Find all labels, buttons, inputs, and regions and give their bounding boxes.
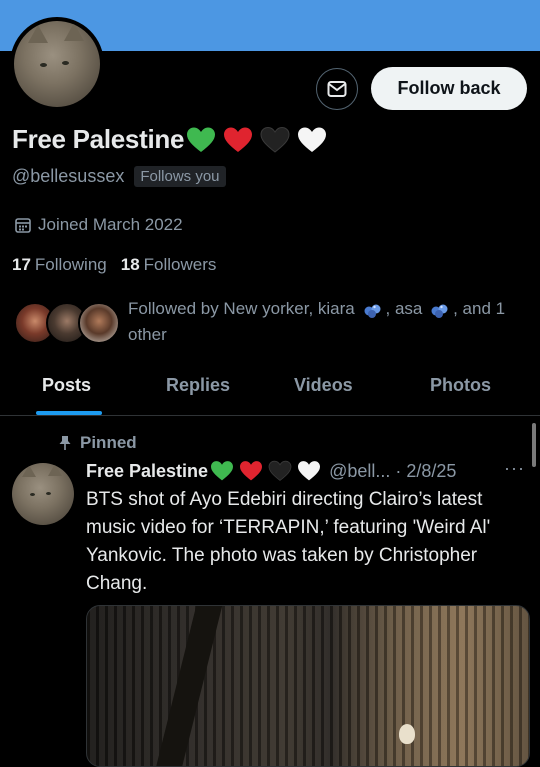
gem-icon bbox=[431, 304, 448, 318]
handle-row: @bellesussex Follows you bbox=[12, 166, 226, 187]
tab-photos[interactable]: Photos bbox=[430, 375, 491, 396]
followers-label: Followers bbox=[143, 255, 217, 274]
handle: @bellesussex bbox=[12, 166, 125, 186]
followed-by-prefix: Followed by New yorker, kiara bbox=[128, 299, 355, 318]
display-name-text: Free Palestine bbox=[12, 124, 185, 154]
follows-you-badge: Follows you bbox=[134, 166, 226, 187]
followed-by-avatars[interactable] bbox=[14, 302, 120, 346]
white-heart-icon bbox=[298, 461, 321, 481]
more-icon[interactable]: ··· bbox=[504, 458, 525, 479]
green-heart-icon bbox=[187, 127, 216, 152]
post-header: Free Palestine @bell... · 2/8/25 bbox=[86, 460, 532, 482]
profile-tabs: Posts Replies Videos Photos bbox=[0, 365, 540, 416]
pinned-text: Pinned bbox=[80, 433, 137, 452]
followed-by-text[interactable]: Followed by New yorker, kiara , asa , an… bbox=[128, 296, 528, 348]
green-heart-icon bbox=[211, 461, 234, 481]
post-heart-emojis bbox=[210, 460, 321, 482]
following-count: 17 bbox=[12, 255, 31, 274]
tab-posts[interactable]: Posts bbox=[42, 375, 91, 396]
gem-icon bbox=[364, 304, 380, 318]
pin-icon bbox=[59, 436, 71, 450]
following-label: Following bbox=[34, 255, 107, 274]
post-meta[interactable]: @bell... · 2/8/25 bbox=[329, 461, 456, 482]
joined-text: Joined March 2022 bbox=[38, 215, 183, 234]
tab-replies[interactable]: Replies bbox=[166, 375, 230, 396]
active-tab-indicator bbox=[36, 411, 102, 415]
tab-videos[interactable]: Videos bbox=[294, 375, 353, 396]
post-author-name[interactable]: Free Palestine bbox=[86, 461, 208, 482]
profile-avatar[interactable] bbox=[10, 17, 104, 111]
followed-by-mid: , asa bbox=[385, 299, 423, 318]
red-heart-icon bbox=[224, 127, 253, 152]
post-text: BTS shot of Ayo Edebiri directing Clairo… bbox=[86, 489, 491, 594]
white-heart-icon bbox=[298, 127, 327, 152]
following-link[interactable]: 17 Following bbox=[12, 255, 107, 275]
joined-date: Joined March 2022 bbox=[14, 215, 183, 235]
follower-avatar bbox=[78, 302, 120, 344]
red-heart-icon bbox=[240, 461, 263, 481]
scrollbar[interactable] bbox=[532, 423, 536, 467]
follow-counts: 17 Following 18 Followers bbox=[12, 255, 216, 275]
heart-emojis bbox=[186, 126, 327, 154]
post-author-avatar[interactable] bbox=[12, 463, 74, 525]
mail-icon bbox=[327, 81, 347, 97]
image-light-bulb bbox=[399, 724, 415, 744]
follow-back-button[interactable]: Follow back bbox=[371, 67, 527, 110]
black-heart-icon bbox=[268, 460, 292, 481]
followers-count: 18 bbox=[120, 255, 140, 274]
message-button[interactable] bbox=[316, 68, 358, 110]
calendar-icon bbox=[15, 218, 31, 233]
display-name: Free Palestine bbox=[12, 124, 327, 155]
pinned-label: Pinned bbox=[58, 433, 137, 453]
followers-link[interactable]: 18 Followers bbox=[121, 255, 217, 275]
black-heart-icon bbox=[260, 126, 290, 153]
